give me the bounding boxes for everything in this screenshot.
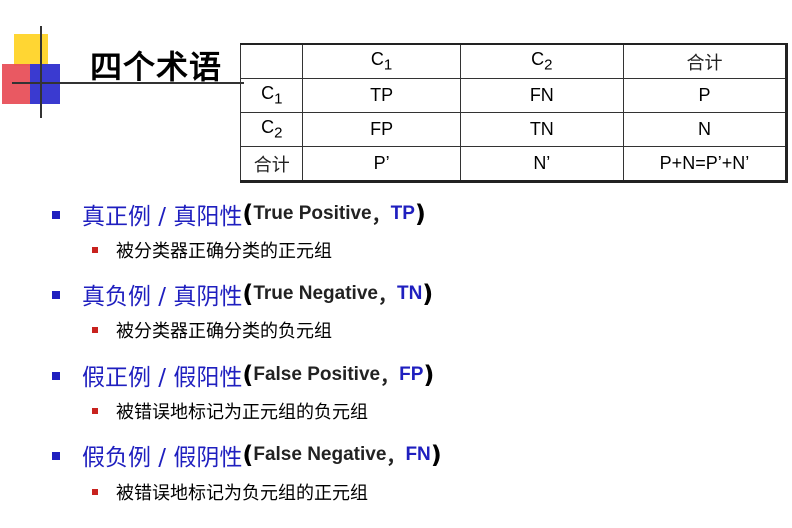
open-paren: ( [242,200,254,228]
close-paren: ) [414,200,426,228]
open-paren: ( [242,361,254,389]
term-item: 假正例 / 假阳性 ( False Positive ， FP ) [52,358,434,392]
table-cell: N’ [459,146,624,183]
table-row: C2 FP TN N [239,112,789,147]
term-description: 被错误地标记为负元组的正元组 [92,478,368,506]
bullet-square-icon [92,489,98,495]
description-text: 被错误地标记为正元组的负元组 [116,402,368,423]
table-cell: TN [459,112,624,147]
slide-title: 四个术语 [90,48,223,86]
term-chinese: 真正例 / 真阳性 [82,204,243,230]
term-abbr: FN [405,444,431,465]
term-english: True Positive [253,203,372,224]
header-c2: C2 [531,49,553,74]
table-cell: FP [302,112,461,147]
table-corner-cell [239,43,304,79]
close-paren: ) [423,361,435,389]
bullet-square-icon [92,247,98,253]
row-label-c2: C2 [239,112,304,147]
description-text: 被分类器正确分类的正元组 [116,241,332,262]
comma: ， [377,285,397,307]
confusion-matrix-table: C1 C2 合计 C1 TP FN P C2 FP TN N 合计 P’ N’ … [239,43,789,183]
comma: ， [371,205,391,227]
term-abbr: FP [399,364,424,385]
term-english: False Positive [253,364,381,385]
bullet-square-icon [52,372,60,380]
table-cell: P [622,78,789,113]
close-paren: ) [430,441,442,469]
term-description: 被错误地标记为正元组的负元组 [92,397,368,425]
open-paren: ( [242,280,254,308]
table-row: 合计 P’ N’ P+N=P’+N’ [239,146,789,183]
table-cell: TP [302,78,461,113]
table-cell: P+N=P’+N’ [622,146,789,183]
term-english: True Negative [253,283,378,304]
bullet-square-icon [92,327,98,333]
bullet-square-icon [52,211,60,219]
term-english: False Negative [253,444,387,465]
header-c1: C1 [370,49,393,74]
table-header-cell: C1 [302,43,461,79]
bullet-square-icon [52,291,60,299]
description-text: 被错误地标记为负元组的正元组 [116,483,368,504]
row-label-total: 合计 [239,146,304,183]
bullet-square-icon [92,408,98,414]
term-item: 假负例 / 假阴性 ( False Negative ， FN ) [52,438,442,472]
term-chinese: 真负例 / 真阴性 [82,284,243,310]
comma: ， [380,366,400,388]
term-chinese: 假负例 / 假阴性 [82,445,243,471]
table-header-row: C1 C2 合计 [239,43,789,79]
row-label-c1: C1 [239,78,304,113]
table-cell: P’ [302,146,461,183]
table-cell: FN [459,78,624,113]
table-row: C1 TP FN P [239,78,789,113]
table-header-cell: C2 [459,43,624,79]
table-cell: N [622,112,789,147]
decor-blue-square [30,64,60,104]
term-abbr: TN [396,283,423,304]
decor-yellow-square [14,34,48,66]
term-description: 被分类器正确分类的正元组 [92,236,332,264]
term-item: 真正例 / 真阳性 ( True Positive ， TP ) [52,197,426,231]
open-paren: ( [242,441,254,469]
table-header-cell: 合计 [622,43,789,79]
description-text: 被分类器正确分类的负元组 [116,321,332,342]
term-item: 真负例 / 真阴性 ( True Negative ， TN ) [52,277,433,311]
close-paren: ) [422,280,434,308]
decor-vertical-line [40,26,42,118]
term-abbr: TP [390,203,415,224]
comma: ， [386,446,406,468]
term-description: 被分类器正确分类的负元组 [92,316,332,344]
bullet-square-icon [52,452,60,460]
term-chinese: 假正例 / 假阳性 [82,365,243,391]
